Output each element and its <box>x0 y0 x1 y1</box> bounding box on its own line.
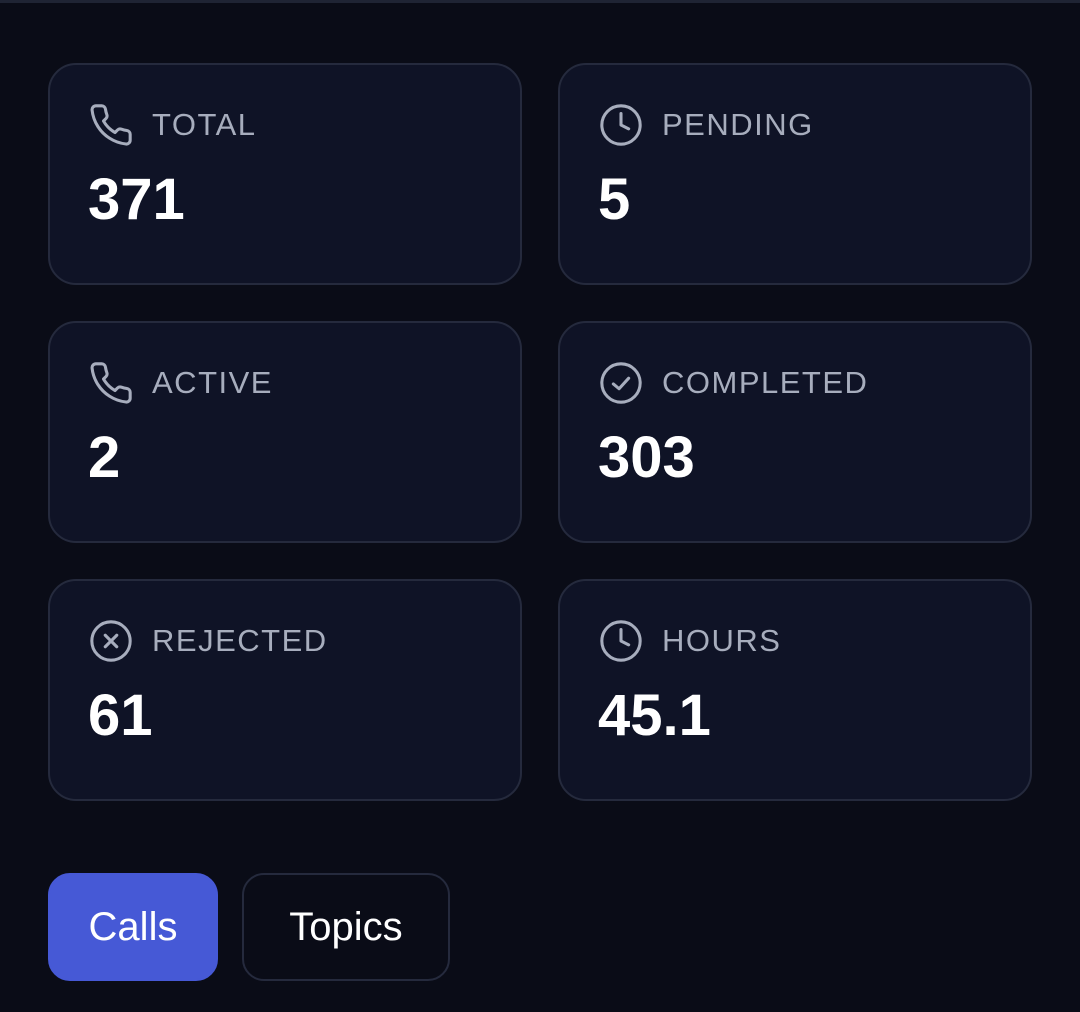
clock-icon <box>598 618 644 664</box>
stat-value: 303 <box>598 425 695 490</box>
stat-label: TOTAL <box>152 107 257 142</box>
x-circle-icon <box>88 618 134 664</box>
stat-label: PENDING <box>662 107 814 142</box>
stat-card-active: ACTIVE 2 <box>48 321 522 543</box>
stat-value: 45.1 <box>598 683 711 748</box>
phone-icon <box>88 360 134 406</box>
stats-grid: TOTAL 371 PENDING 5 ACTIVE 2 COMPLETED 3… <box>48 63 1032 801</box>
view-tabs: Calls Topics <box>48 873 450 981</box>
stat-label: REJECTED <box>152 623 328 658</box>
stat-value: 2 <box>88 425 121 490</box>
stat-label: HOURS <box>662 623 782 658</box>
stat-value: 61 <box>88 683 153 748</box>
stat-card-rejected: REJECTED 61 <box>48 579 522 801</box>
tab-topics[interactable]: Topics <box>242 873 450 981</box>
clock-icon <box>598 102 644 148</box>
stat-label: ACTIVE <box>152 365 273 400</box>
stat-value: 5 <box>598 167 631 232</box>
stat-card-completed: COMPLETED 303 <box>558 321 1032 543</box>
stat-label: COMPLETED <box>662 365 869 400</box>
stat-card-total: TOTAL 371 <box>48 63 522 285</box>
phone-icon <box>88 102 134 148</box>
stat-value: 371 <box>88 167 185 232</box>
stat-card-hours: HOURS 45.1 <box>558 579 1032 801</box>
stat-card-pending: PENDING 5 <box>558 63 1032 285</box>
check-circle-icon <box>598 360 644 406</box>
tab-calls[interactable]: Calls <box>48 873 218 981</box>
top-divider <box>0 0 1080 3</box>
